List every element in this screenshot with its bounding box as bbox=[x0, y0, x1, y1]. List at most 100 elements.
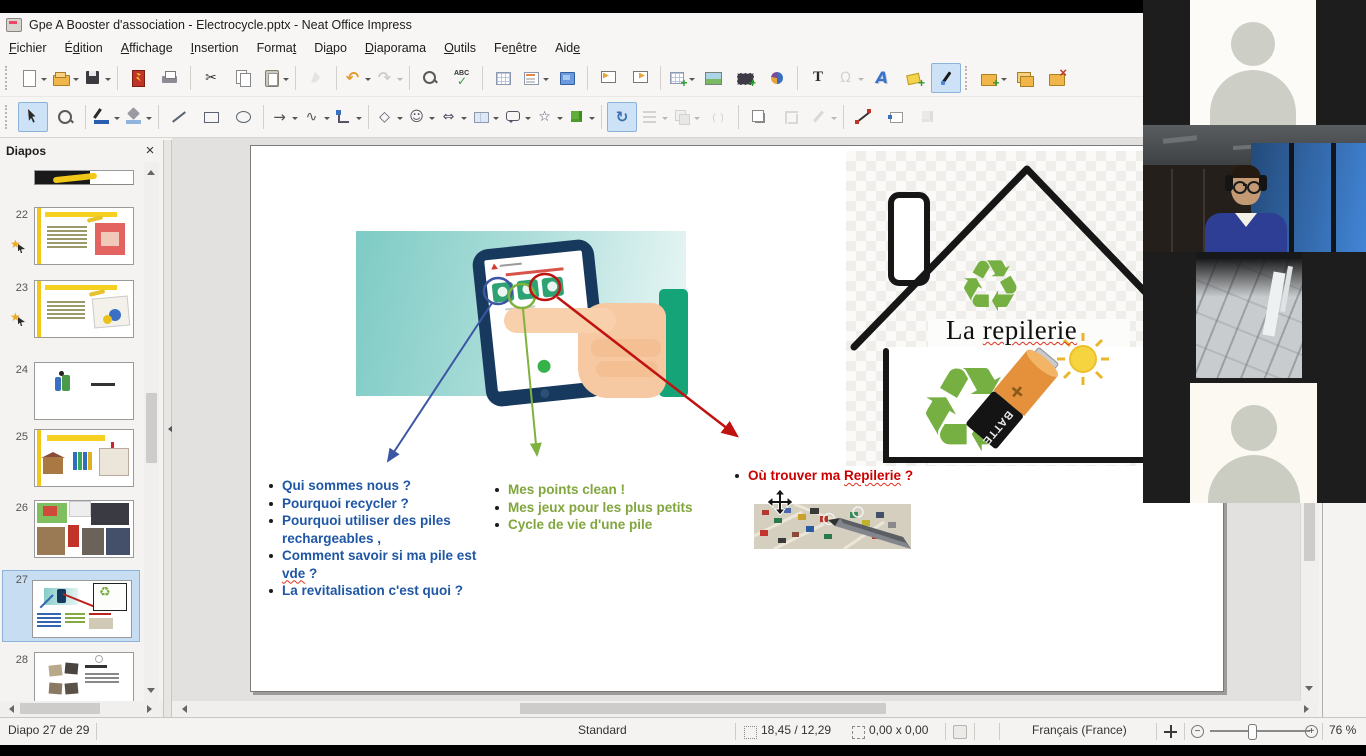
scroll-down-icon[interactable] bbox=[147, 688, 155, 697]
flowchart-button[interactable] bbox=[470, 102, 500, 132]
new-button[interactable] bbox=[18, 63, 48, 93]
ellipse-button[interactable] bbox=[228, 102, 258, 132]
zoom-slider[interactable] bbox=[1210, 730, 1310, 732]
close-icon[interactable] bbox=[143, 144, 157, 158]
new-slide-button[interactable] bbox=[978, 63, 1008, 93]
start-first-slide-button[interactable] bbox=[593, 63, 623, 93]
draw-functions-button[interactable] bbox=[931, 63, 961, 93]
zoom-in-button[interactable]: + bbox=[1305, 725, 1318, 738]
filter-button[interactable] bbox=[808, 102, 838, 132]
layout-name[interactable]: Standard bbox=[578, 723, 627, 737]
fill-color-button[interactable] bbox=[123, 102, 153, 132]
menu-affichage[interactable]: Affichage bbox=[112, 39, 182, 57]
arrange-button[interactable] bbox=[671, 102, 701, 132]
save-button[interactable] bbox=[82, 63, 112, 93]
select-button[interactable] bbox=[18, 102, 48, 132]
menu-insertion[interactable]: Insertion bbox=[182, 39, 248, 57]
callouts-button[interactable] bbox=[502, 102, 532, 132]
connectors-button[interactable] bbox=[333, 102, 363, 132]
block-arrows-button[interactable] bbox=[438, 102, 468, 132]
slide-thumbnail-partial[interactable] bbox=[34, 170, 134, 185]
main-vscrollbar-thumb[interactable] bbox=[1304, 503, 1315, 561]
menu-fenetre[interactable]: Fenêtre bbox=[485, 39, 546, 57]
blue-bullet-list[interactable]: Qui sommes nous ? Pourquoi recycler ? Po… bbox=[263, 477, 481, 600]
red-circle-annotation[interactable] bbox=[530, 274, 560, 300]
slide-thumbnail-26[interactable] bbox=[34, 500, 134, 558]
special-character-button[interactable] bbox=[835, 63, 865, 93]
insert-table-button[interactable] bbox=[666, 63, 696, 93]
panel-collapse-handle[interactable] bbox=[164, 418, 172, 440]
clone-formatting-button[interactable] bbox=[301, 63, 331, 93]
fit-slide-icon[interactable] bbox=[1164, 725, 1177, 738]
red-heading[interactable]: Où trouver ma Repilerie ? bbox=[729, 467, 969, 485]
insert-chart-button[interactable] bbox=[762, 63, 792, 93]
scroll-up-icon[interactable] bbox=[147, 166, 155, 175]
participant-tile-avatar[interactable] bbox=[1190, 383, 1317, 503]
blue-arrow-line[interactable] bbox=[388, 303, 492, 461]
basic-shapes-button[interactable] bbox=[374, 102, 404, 132]
insert-textbox-button[interactable] bbox=[803, 63, 833, 93]
menu-aide[interactable]: Aide bbox=[546, 39, 589, 57]
scroll-right-icon[interactable] bbox=[147, 705, 156, 713]
insert-line-button[interactable] bbox=[164, 102, 194, 132]
shadow-button[interactable] bbox=[744, 102, 774, 132]
undo-button[interactable] bbox=[342, 63, 372, 93]
slide-thumbnail-22[interactable] bbox=[34, 207, 134, 265]
copy-button[interactable] bbox=[228, 63, 258, 93]
green-bullet-list[interactable]: Mes points clean ! Mes jeux pour les plu… bbox=[489, 481, 719, 534]
slide-thumbnail-27[interactable]: ♻ bbox=[32, 580, 132, 638]
edit-points-button[interactable] bbox=[849, 102, 879, 132]
main-hscrollbar-thumb[interactable] bbox=[520, 703, 886, 714]
line-color-button[interactable] bbox=[91, 102, 121, 132]
find-replace-button[interactable] bbox=[415, 63, 445, 93]
insert-comment-button[interactable] bbox=[899, 63, 929, 93]
menu-diapo[interactable]: Diapo bbox=[305, 39, 356, 57]
menu-format[interactable]: Format bbox=[248, 39, 306, 57]
slide-thumbnail-23[interactable] bbox=[34, 280, 134, 338]
zoom-button[interactable] bbox=[50, 102, 80, 132]
extrusion-button[interactable] bbox=[913, 102, 943, 132]
menu-edition[interactable]: Édition bbox=[56, 39, 112, 57]
open-button[interactable] bbox=[50, 63, 80, 93]
repilerie-house-graphic[interactable]: ♻ ♻ + BATTE La repilerie bbox=[846, 151, 1156, 466]
main-horizontal-scrollbar[interactable] bbox=[172, 701, 1318, 717]
symbol-shapes-button[interactable] bbox=[406, 102, 436, 132]
red-arrow-line[interactable] bbox=[557, 297, 737, 436]
cut-button[interactable] bbox=[196, 63, 226, 93]
align-button[interactable] bbox=[639, 102, 669, 132]
green-arrow-line[interactable] bbox=[523, 309, 537, 455]
stars-button[interactable] bbox=[534, 102, 564, 132]
slide-canvas[interactable]: ♻ ♻ + BATTE La repilerie bbox=[250, 145, 1224, 692]
rectangle-button[interactable] bbox=[196, 102, 226, 132]
participant-tile-avatar[interactable] bbox=[1190, 0, 1316, 125]
menu-fichier[interactable]: Fichier bbox=[0, 39, 56, 57]
print-button[interactable] bbox=[155, 63, 185, 93]
display-views-button[interactable] bbox=[520, 63, 550, 93]
enter-group-button[interactable] bbox=[703, 102, 733, 132]
scroll-left-icon[interactable] bbox=[178, 705, 187, 713]
toolbar-grip[interactable] bbox=[5, 105, 12, 129]
duplicate-slide-button[interactable] bbox=[1010, 63, 1040, 93]
panel-scrollbar-thumb[interactable] bbox=[146, 393, 157, 463]
slide-thumbnail-24[interactable] bbox=[34, 362, 134, 420]
scroll-left-icon[interactable] bbox=[5, 705, 14, 713]
panel-vertical-scrollbar[interactable] bbox=[144, 162, 159, 701]
zoom-level[interactable]: 76 % bbox=[1329, 723, 1356, 737]
participant-tile-camera[interactable] bbox=[1143, 125, 1366, 252]
paste-button[interactable] bbox=[260, 63, 290, 93]
insert-image-button[interactable] bbox=[698, 63, 728, 93]
curves-button[interactable] bbox=[301, 102, 331, 132]
toolbar-grip[interactable] bbox=[965, 66, 972, 90]
menu-outils[interactable]: Outils bbox=[435, 39, 485, 57]
rotate-button[interactable] bbox=[607, 102, 637, 132]
panel-hscrollbar-thumb[interactable] bbox=[20, 703, 100, 714]
fontwork-button[interactable] bbox=[867, 63, 897, 93]
toolbar-grip[interactable] bbox=[5, 66, 12, 90]
display-grid-button[interactable] bbox=[488, 63, 518, 93]
slide-thumbnail-28[interactable] bbox=[34, 652, 134, 701]
zoom-slider-thumb[interactable] bbox=[1248, 724, 1257, 740]
delete-slide-button[interactable] bbox=[1042, 63, 1072, 93]
slide-thumbnail-25[interactable] bbox=[34, 429, 134, 487]
panel-horizontal-scrollbar[interactable] bbox=[0, 701, 163, 717]
glue-points-button[interactable] bbox=[881, 102, 911, 132]
